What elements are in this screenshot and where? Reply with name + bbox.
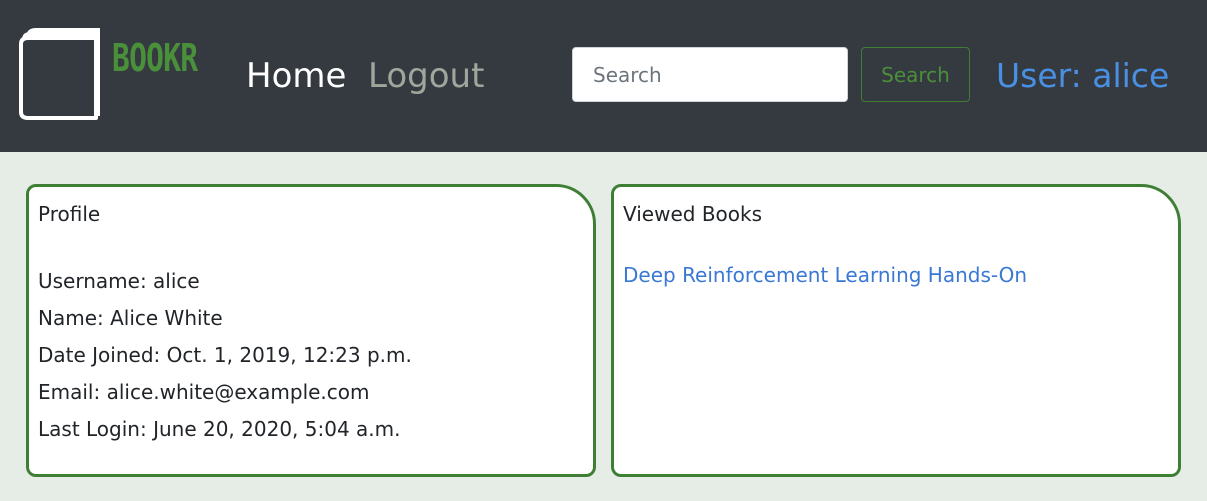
viewed-books-title: Viewed Books — [623, 202, 763, 226]
profile-card-title: Profile — [38, 202, 101, 226]
profile-name: Name: Alice White — [38, 306, 223, 330]
viewed-book-link[interactable]: Deep Reinforcement Learning Hands-On — [623, 263, 1027, 287]
profile-details: Username: alice Name: Alice White Date J… — [38, 263, 412, 448]
navbar: BOOKR Home Logout Search User: alice — [0, 0, 1207, 152]
nav-home-link[interactable]: Home — [246, 52, 346, 100]
book-icon[interactable] — [18, 26, 102, 124]
profile-last-login: Last Login: June 20, 2020, 5:04 a.m. — [38, 417, 401, 441]
profile-date-joined: Date Joined: Oct. 1, 2019, 12:23 p.m. — [38, 343, 412, 367]
current-user-label: User: alice — [996, 56, 1170, 95]
profile-email: Email: alice.white@example.com — [38, 380, 370, 404]
brand-logo[interactable]: BOOKR — [112, 36, 198, 80]
nav-logout-link[interactable]: Logout — [368, 52, 484, 100]
search-button[interactable]: Search — [861, 47, 970, 102]
profile-card: Profile Username: alice Name: Alice Whit… — [26, 184, 596, 477]
viewed-books-card: Viewed Books Deep Reinforcement Learning… — [611, 184, 1181, 477]
profile-username: Username: alice — [38, 269, 200, 293]
search-input[interactable] — [572, 47, 848, 102]
